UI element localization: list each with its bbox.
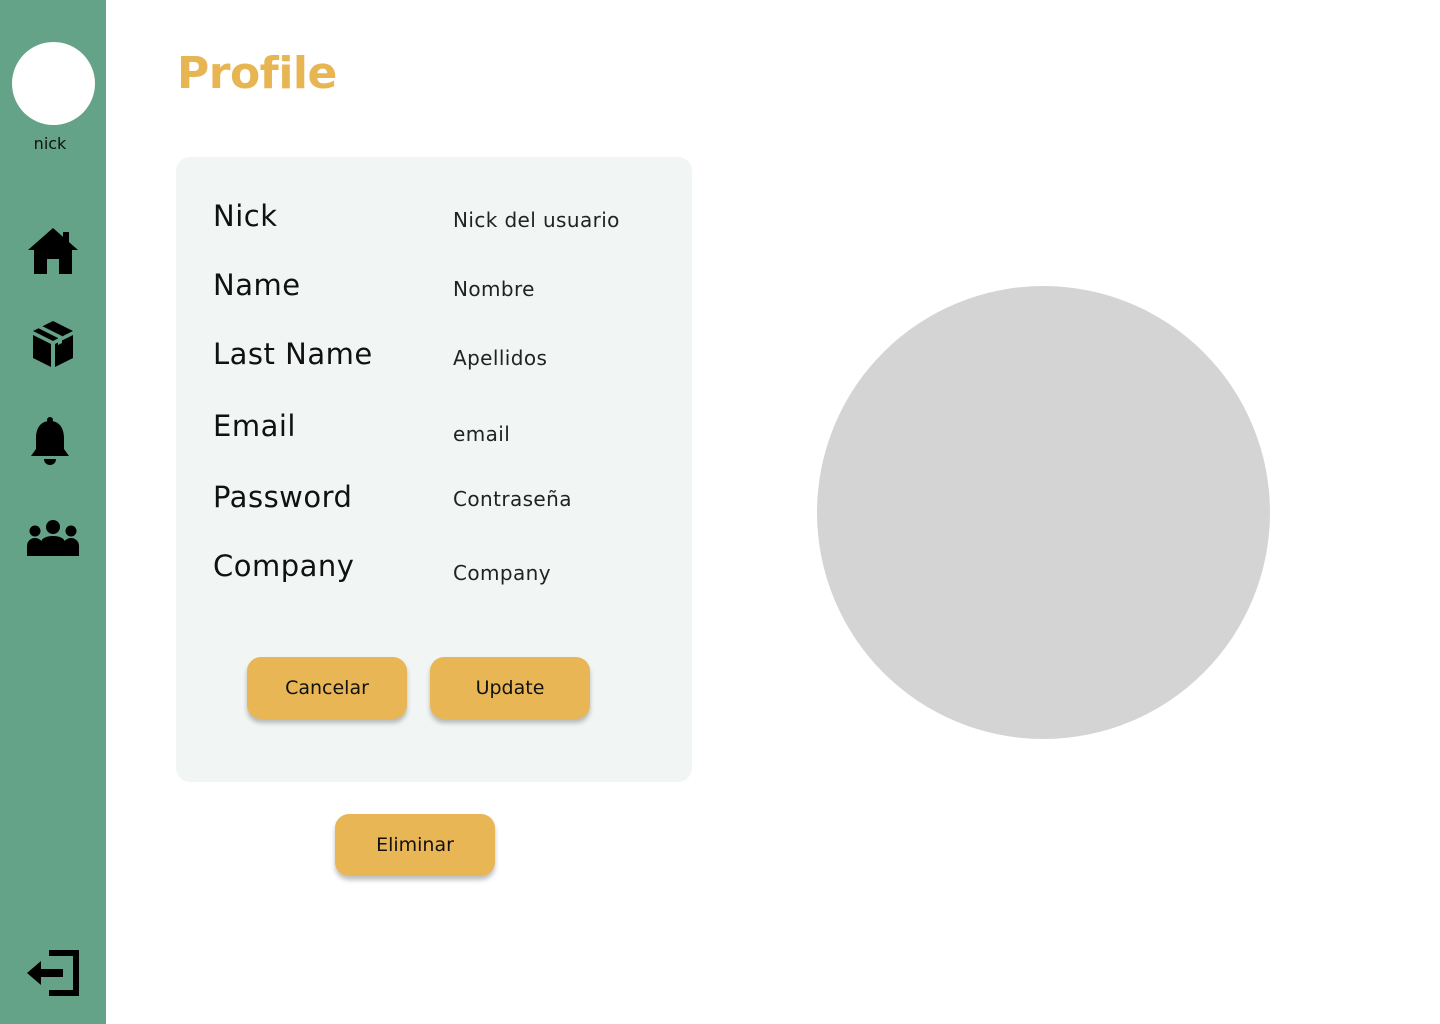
nick-field[interactable]: Nick del usuario	[453, 208, 620, 232]
bell-icon[interactable]	[25, 412, 81, 468]
team-icon[interactable]	[25, 510, 81, 566]
avatar[interactable]	[12, 42, 95, 125]
profile-form: Nick Nick del usuario Name Nombre Last N…	[176, 157, 692, 782]
page-title: Profile	[177, 48, 337, 99]
last-name-label: Last Name	[213, 337, 373, 371]
logout-icon[interactable]	[25, 945, 81, 1001]
nick-label: Nick	[213, 199, 278, 233]
box-icon[interactable]	[25, 317, 81, 373]
company-field[interactable]: Company	[453, 561, 551, 585]
email-field[interactable]: email	[453, 422, 510, 446]
profile-image[interactable]	[817, 286, 1270, 739]
last-name-field[interactable]: Apellidos	[453, 346, 547, 370]
email-label: Email	[213, 409, 296, 443]
name-label: Name	[213, 268, 301, 302]
sidebar: nick	[0, 0, 106, 1024]
password-field[interactable]: Contraseña	[453, 487, 572, 511]
home-icon[interactable]	[25, 223, 81, 279]
name-field[interactable]: Nombre	[453, 277, 535, 301]
company-label: Company	[213, 549, 355, 583]
user-name: nick	[33, 134, 67, 153]
delete-button[interactable]: Eliminar	[335, 814, 495, 876]
update-button[interactable]: Update	[430, 657, 590, 719]
password-label: Password	[213, 480, 353, 514]
cancel-button[interactable]: Cancelar	[247, 657, 407, 719]
